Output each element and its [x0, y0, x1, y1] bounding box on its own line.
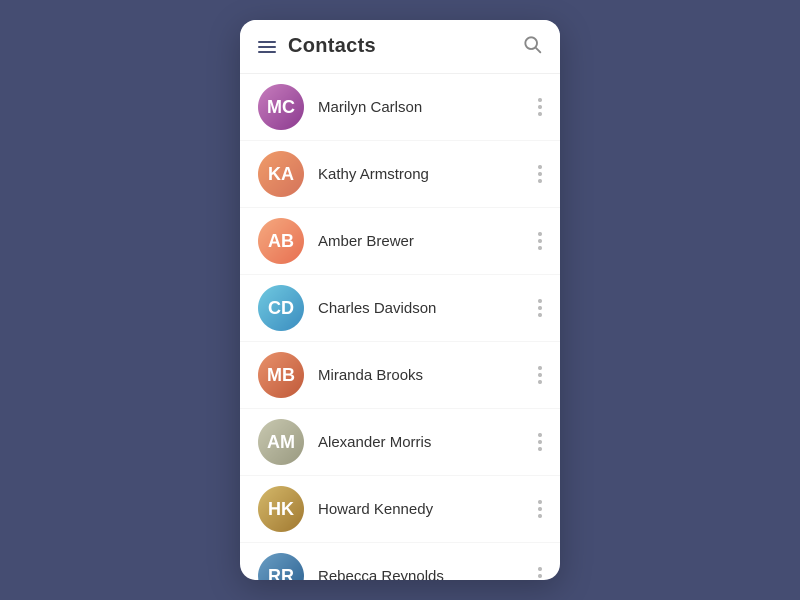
avatar: MB	[258, 352, 304, 398]
list-item[interactable]: AB Amber Brewer	[240, 208, 560, 275]
list-item[interactable]: MB Miranda Brooks	[240, 342, 560, 409]
more-options-icon[interactable]	[538, 98, 542, 116]
contact-list: MC Marilyn Carlson KA Kathy Armstrong AB Ambe…	[240, 74, 560, 580]
app-header: Contacts	[240, 20, 560, 74]
more-options-icon[interactable]	[538, 500, 542, 518]
list-item[interactable]: HK Howard Kennedy	[240, 476, 560, 543]
contact-name: Amber Brewer	[318, 233, 538, 250]
contact-name: Marilyn Carlson	[318, 99, 538, 116]
list-item[interactable]: KA Kathy Armstrong	[240, 141, 560, 208]
avatar: HK	[258, 486, 304, 532]
more-options-icon[interactable]	[538, 299, 542, 317]
more-options-icon[interactable]	[538, 232, 542, 250]
list-item[interactable]: RR Rebecca Reynolds	[240, 543, 560, 580]
avatar: AB	[258, 218, 304, 264]
avatar: CD	[258, 285, 304, 331]
contact-name: Kathy Armstrong	[318, 166, 538, 183]
menu-icon[interactable]	[258, 41, 276, 53]
more-options-icon[interactable]	[538, 165, 542, 183]
header-title: Contacts	[288, 35, 522, 58]
list-item[interactable]: CD Charles Davidson	[240, 275, 560, 342]
avatar: AM	[258, 419, 304, 465]
avatar: MC	[258, 84, 304, 130]
contact-name: Rebecca Reynolds	[318, 568, 538, 581]
more-options-icon[interactable]	[538, 567, 542, 580]
avatar: KA	[258, 151, 304, 197]
search-icon[interactable]	[522, 34, 542, 59]
contact-name: Howard Kennedy	[318, 501, 538, 518]
more-options-icon[interactable]	[538, 433, 542, 451]
more-options-icon[interactable]	[538, 366, 542, 384]
contact-name: Charles Davidson	[318, 300, 538, 317]
contact-name: Miranda Brooks	[318, 367, 538, 384]
list-item[interactable]: MC Marilyn Carlson	[240, 74, 560, 141]
contacts-card: Contacts MC Marilyn Carlson KA Kathy Armstr…	[240, 20, 560, 580]
contact-name: Alexander Morris	[318, 434, 538, 451]
avatar: RR	[258, 553, 304, 580]
list-item[interactable]: AM Alexander Morris	[240, 409, 560, 476]
